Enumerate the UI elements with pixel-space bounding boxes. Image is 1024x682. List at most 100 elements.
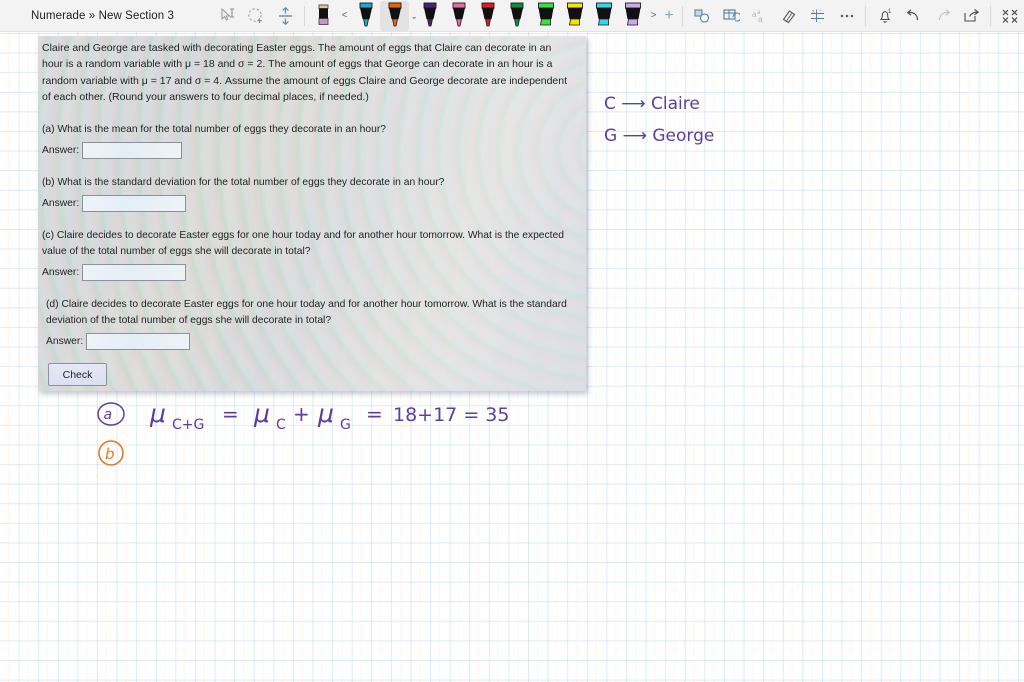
ink-legend-claire-text: C ⟶ Claire	[604, 94, 700, 114]
ink-to-text-button[interactable]: a a a	[745, 1, 774, 31]
ink-legend-george: G ⟶ George	[604, 126, 714, 146]
pens-next-button[interactable]: >	[647, 10, 660, 21]
ink-part-b-letter: b	[105, 445, 115, 463]
question-part-a: (a) What is the mean for the total numbe…	[42, 123, 386, 135]
svg-text:x: x	[812, 8, 815, 14]
ink-part-a-marker: a	[95, 400, 129, 430]
eraser-icon	[782, 9, 795, 23]
collapse-ribbon-button[interactable]	[995, 1, 1024, 31]
ink-legend-george-text: G ⟶ George	[604, 126, 715, 146]
undo-button[interactable]	[899, 1, 928, 31]
insert-space-tool[interactable]	[271, 1, 300, 31]
highlighter-cyan-button[interactable]	[589, 1, 618, 31]
svg-text:a: a	[758, 15, 763, 24]
ink-calc: 18+17 = 35	[393, 404, 509, 426]
pen-green-icon	[510, 2, 523, 27]
ink-equals-2: =	[366, 402, 383, 426]
ink-part-b-marker: b	[95, 437, 129, 469]
highlighter-yellow-icon	[566, 2, 583, 26]
problem-statement: Claire and George are tasked with decora…	[42, 42, 568, 104]
ink-sub-cg: C+G	[172, 417, 204, 433]
insert-space-icon	[279, 6, 292, 25]
add-pen-button[interactable]: +	[660, 7, 678, 25]
answer-input-a[interactable]	[82, 141, 183, 159]
share-button[interactable]	[957, 1, 986, 31]
more-options-button[interactable]	[832, 1, 861, 31]
lasso-select-icon	[248, 8, 262, 23]
ink-to-math-icon: x ÷	[810, 8, 824, 22]
pen-palette: ˇ	[351, 0, 647, 31]
notebook-title: Numerade » New Section 3	[31, 9, 175, 22]
ink-equals-1: =	[222, 402, 239, 426]
toolbar-divider-2	[682, 5, 683, 26]
ink-plus: +	[293, 402, 310, 426]
toolbar-divider	[304, 5, 305, 26]
answer-row-c: Answer:	[42, 264, 578, 282]
undo-icon	[906, 8, 918, 20]
pasted-problem-screenshot[interactable]: Claire and George are tasked with decora…	[38, 36, 586, 391]
question-part-c: (c) Claire decides to decorate Easter eg…	[42, 230, 564, 257]
pen-orange-button[interactable]: ˇ	[380, 0, 416, 31]
select-text-tool[interactable]	[213, 1, 242, 31]
notification-bell-icon: 1	[879, 9, 892, 23]
eraser-tool[interactable]	[309, 1, 338, 31]
pens-prev-button[interactable]: <	[338, 10, 351, 21]
share-icon	[963, 8, 979, 22]
select-text-icon	[221, 7, 234, 21]
ink-mu-2: μ	[253, 399, 270, 428]
toolbar-divider-4	[990, 5, 991, 26]
svg-text:÷: ÷	[819, 8, 822, 14]
highlighter-lavender-icon	[624, 2, 641, 26]
ink-sub-c: C	[276, 417, 286, 433]
question-part-d: (d) Claire decides to decorate Easter eg…	[46, 299, 567, 326]
collapse-ribbon-icon	[1002, 9, 1017, 23]
ink-mu-3: μ	[317, 399, 334, 428]
eraser-button[interactable]	[774, 1, 803, 31]
answer-input-d[interactable]	[86, 333, 191, 351]
ink-part-a-letter: a	[104, 407, 113, 423]
ink-mu-1: μ	[150, 399, 166, 428]
answer-row-d: Answer:	[46, 333, 578, 351]
answer-input-c[interactable]	[82, 264, 187, 282]
question-part-b: (b) What is the standard deviation for t…	[42, 176, 445, 188]
ink-to-table-button[interactable]	[716, 1, 745, 31]
answer-label-a: Answer:	[42, 144, 80, 156]
ink-part-a-equation: μ C+G = μ C + μ G = 18+17 = 35	[150, 396, 520, 436]
ink-sub-g: G	[340, 417, 351, 433]
more-options-icon	[840, 14, 853, 17]
eraser-tool-icon	[318, 4, 329, 25]
ink-to-table-icon	[722, 8, 740, 22]
lasso-select-tool[interactable]	[242, 1, 271, 31]
answer-label-c: Answer:	[42, 267, 80, 279]
answer-row-b: Answer:	[42, 195, 578, 213]
pen-red-icon	[481, 2, 494, 27]
pen-pink-icon	[452, 2, 465, 27]
app-toolbar: Numerade » New Section 3 < ˇ > + a a a x…	[0, 0, 1024, 32]
pen-red-button[interactable]	[473, 1, 502, 31]
pen-cyan-button[interactable]	[351, 1, 380, 31]
pen-cyan-icon	[359, 2, 372, 27]
highlighter-cyan-icon	[595, 2, 612, 26]
pen-orange-icon	[388, 2, 401, 27]
pen-purple-icon	[423, 2, 436, 27]
answer-label-d: Answer:	[46, 336, 84, 348]
ink-to-math-button[interactable]: x ÷	[803, 1, 832, 31]
highlighter-yellow-button[interactable]	[560, 1, 589, 31]
pen-purple-button[interactable]	[415, 1, 444, 31]
redo-button[interactable]	[928, 1, 957, 31]
highlighter-green-button[interactable]	[531, 1, 560, 31]
highlighter-lavender-button[interactable]	[618, 1, 647, 31]
ink-to-shape-button[interactable]	[687, 1, 716, 31]
pen-pink-button[interactable]	[444, 1, 473, 31]
ink-to-shape-icon	[694, 9, 709, 23]
pen-green-button[interactable]	[502, 1, 531, 31]
answer-label-b: Answer:	[42, 198, 80, 210]
toolbar-divider-3	[865, 5, 866, 26]
ink-legend-claire: C ⟶ Claire	[604, 94, 700, 114]
notebook-page-canvas[interactable]: Claire and George are tasked with decora…	[0, 32, 1024, 682]
notification-bell-button[interactable]: 1	[870, 1, 899, 31]
ink-to-text-icon: a a a	[752, 10, 763, 24]
answer-input-b[interactable]	[82, 195, 187, 213]
notification-badge-count: 1	[888, 9, 892, 15]
check-button[interactable]: Check	[48, 363, 107, 387]
